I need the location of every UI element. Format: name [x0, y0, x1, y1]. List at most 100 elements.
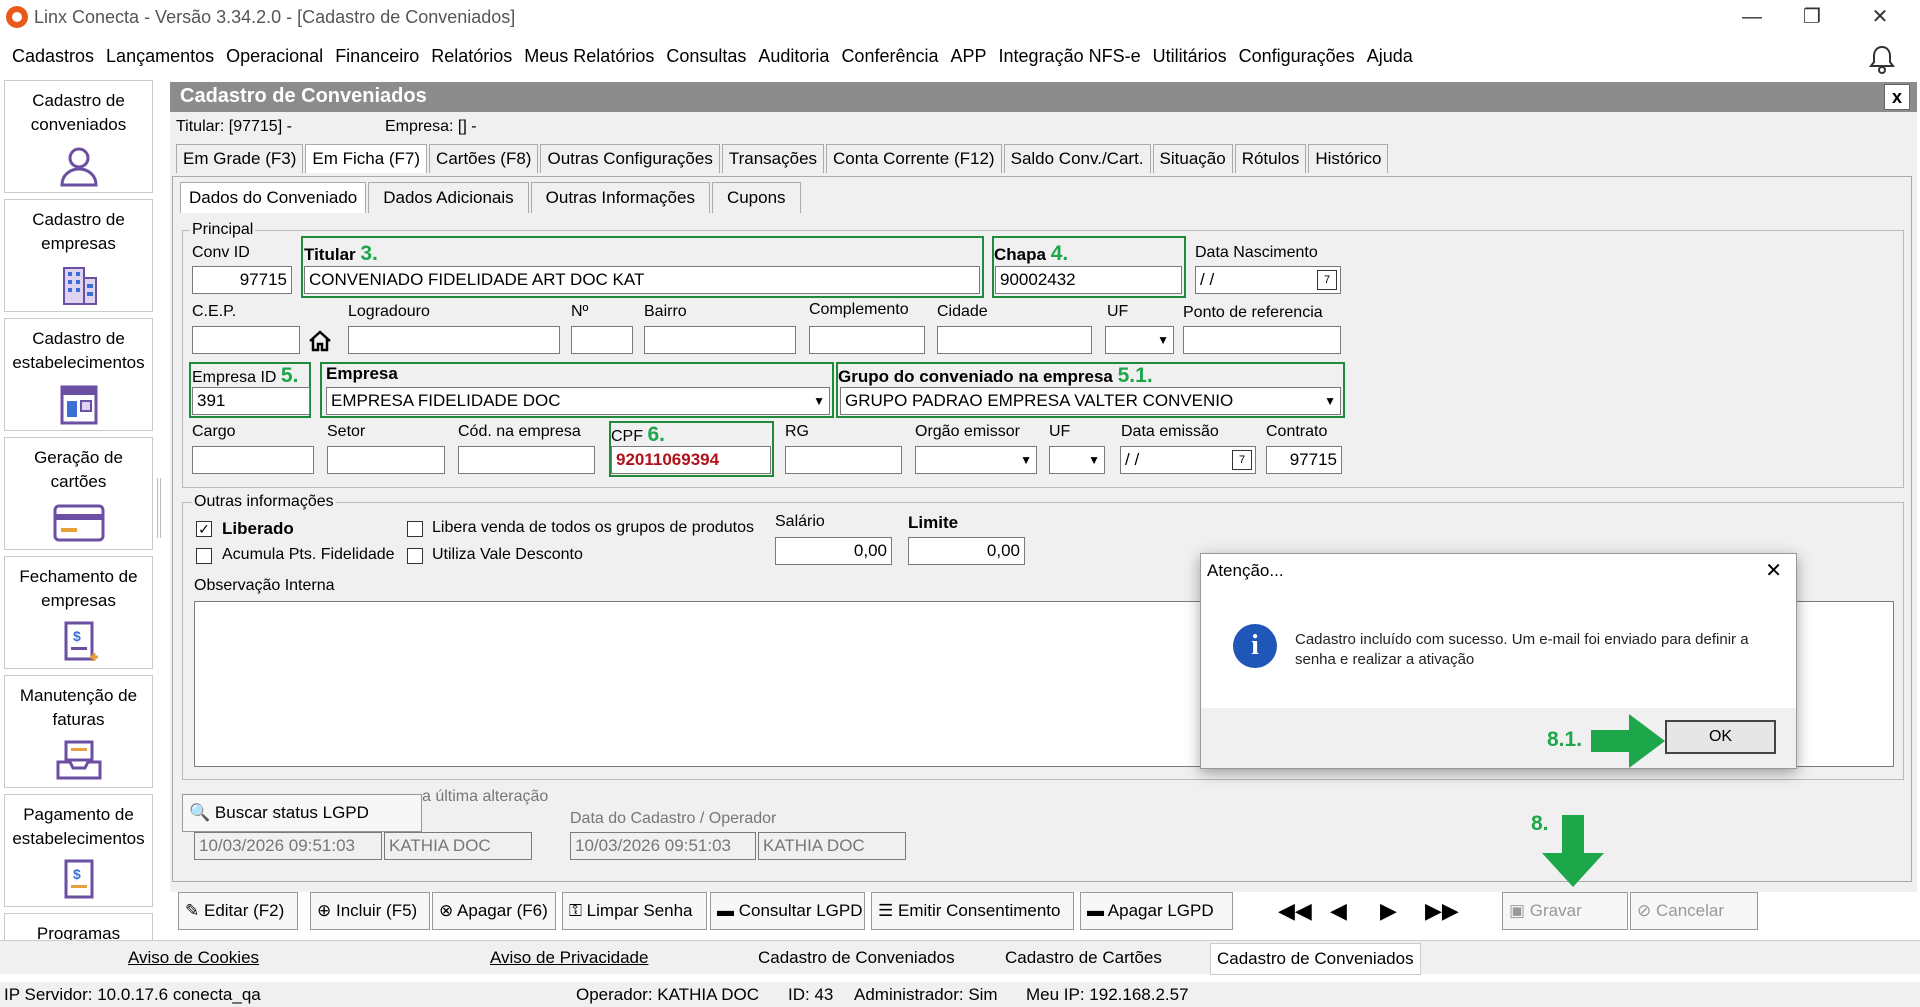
conv-id-field[interactable]: 97715: [192, 266, 292, 294]
data-emissao-field[interactable]: / / 7: [1120, 446, 1256, 474]
bairro-field[interactable]: [644, 326, 796, 354]
ok-button[interactable]: OK: [1665, 720, 1776, 754]
nav-geracao-cartoes[interactable]: Geração de cartões: [4, 437, 153, 550]
tab-transacoes[interactable]: Transações: [721, 144, 825, 173]
dialog-close-button[interactable]: ✕: [1765, 558, 1782, 583]
cancelar-button[interactable]: ⊘ Cancelar: [1630, 892, 1758, 930]
cpf-field[interactable]: 92011069394: [611, 446, 771, 474]
step-6-label: 6.: [647, 423, 665, 446]
nav-cadastro-empresas[interactable]: Cadastro de empresas: [4, 199, 153, 312]
menu-configuracoes[interactable]: Configurações: [1233, 38, 1361, 67]
menu-lancamentos[interactable]: Lançamentos: [100, 38, 220, 67]
setor-field[interactable]: [327, 446, 445, 474]
splitter-handle[interactable]: [157, 478, 161, 538]
nav-pagamento-estabelecimentos[interactable]: Pagamento de estabelecimentos $: [4, 794, 153, 907]
calendar-icon[interactable]: 7: [1317, 270, 1337, 290]
contrato-field[interactable]: 97715: [1266, 446, 1342, 474]
gravar-button[interactable]: ▣ Gravar: [1502, 892, 1628, 930]
empresa-select[interactable]: EMPRESA FIDELIDADE DOC: [326, 387, 830, 415]
nav-cadastro-estabelecimentos[interactable]: Cadastro de estabelecimentos: [4, 318, 153, 431]
tab-conta-corrente[interactable]: Conta Corrente (F12): [826, 144, 1002, 173]
menu-financeiro[interactable]: Financeiro: [329, 38, 425, 67]
incluir-button[interactable]: ⊕ Incluir (F5): [310, 892, 430, 930]
rg-label: RG: [785, 423, 809, 440]
menu-ajuda[interactable]: Ajuda: [1361, 38, 1419, 67]
orgao-emissor-select[interactable]: [915, 446, 1037, 474]
logradouro-field[interactable]: [348, 326, 560, 354]
aviso-cookies-link[interactable]: Aviso de Cookies: [128, 948, 259, 968]
subtab-dados-adicionais[interactable]: Dados Adicionais: [368, 182, 529, 213]
numero-field[interactable]: [571, 326, 633, 354]
home-icon[interactable]: [308, 330, 332, 352]
cod-empresa-field[interactable]: [458, 446, 595, 474]
grupo-select[interactable]: GRUPO PADRAO EMPRESA VALTER CONVENIO: [840, 387, 1341, 415]
tab-rotulos[interactable]: Rótulos: [1234, 144, 1307, 173]
acumula-checkbox[interactable]: [196, 548, 212, 564]
cep-field[interactable]: [192, 326, 300, 354]
tab-em-grade[interactable]: Em Grade (F3): [176, 144, 304, 173]
consultar-lgpd-button[interactable]: ▬ Consultar LGPD: [710, 892, 865, 930]
nav-manutencao-faturas[interactable]: Manutenção de faturas: [4, 675, 153, 788]
first-record-icon[interactable]: ◀◀: [1278, 898, 1312, 924]
nav-fechamento-empresas[interactable]: Fechamento de empresas $: [4, 556, 153, 669]
liberado-checkbox[interactable]: ✓: [196, 521, 212, 537]
uf-emissor-select[interactable]: [1049, 446, 1105, 474]
panel-close-button[interactable]: x: [1884, 84, 1910, 110]
vale-desconto-checkbox[interactable]: [407, 548, 423, 564]
window-tab-cadastro-conveniados-active[interactable]: Cadastro de Conveniados: [1210, 943, 1421, 975]
previous-record-icon[interactable]: ◀: [1330, 898, 1347, 924]
window-tab-cadastro-conveniados[interactable]: Cadastro de Conveniados: [758, 948, 955, 968]
maximize-button[interactable]: ❐: [1782, 0, 1842, 34]
next-record-icon[interactable]: ▶: [1380, 898, 1397, 924]
last-record-icon[interactable]: ▶▶: [1425, 898, 1459, 924]
cidade-field[interactable]: [937, 326, 1092, 354]
tab-cartoes[interactable]: Cartões (F8): [429, 144, 539, 173]
tab-historico[interactable]: Histórico: [1308, 144, 1389, 173]
nav-cadastro-conveniados[interactable]: Cadastro de conveniados: [4, 80, 153, 193]
titular-field[interactable]: CONVENIADO FIDELIDADE ART DOC KAT: [304, 266, 980, 294]
empresa-id-field[interactable]: 391: [192, 387, 310, 415]
apagar-lgpd-button[interactable]: ▬ Apagar LGPD: [1080, 892, 1233, 930]
notification-bell-icon[interactable]: [1868, 44, 1896, 74]
menu-meus-relatorios[interactable]: Meus Relatórios: [518, 38, 660, 67]
close-window-button[interactable]: ✕: [1850, 0, 1910, 34]
emitir-consentimento-button[interactable]: ☰ Emitir Consentimento: [871, 892, 1074, 930]
salario-field[interactable]: 0,00: [775, 537, 892, 565]
menu-utilitarios[interactable]: Utilitários: [1147, 38, 1233, 67]
menu-auditoria[interactable]: Auditoria: [752, 38, 835, 67]
tab-em-ficha[interactable]: Em Ficha (F7): [305, 144, 428, 173]
editar-button[interactable]: ✎ Editar (F2): [178, 892, 298, 930]
tab-outras-configuracoes[interactable]: Outras Configurações: [540, 144, 720, 173]
window-tab-cadastro-cartoes[interactable]: Cadastro de Cartões: [1005, 948, 1162, 968]
tab-saldo[interactable]: Saldo Conv./Cart.: [1003, 144, 1151, 173]
subtab-dados-conveniado[interactable]: Dados do Conveniado: [180, 182, 367, 213]
complemento-field[interactable]: [809, 326, 925, 354]
menu-operacional[interactable]: Operacional: [220, 38, 329, 67]
menu-app[interactable]: APP: [945, 38, 993, 67]
chapa-field[interactable]: 90002432: [995, 266, 1182, 294]
cargo-field[interactable]: [192, 446, 314, 474]
subtab-cupons[interactable]: Cupons: [711, 182, 801, 213]
apagar-button[interactable]: ⊗ Apagar (F6): [432, 892, 556, 930]
aviso-privacidade-link[interactable]: Aviso de Privacidade: [490, 948, 648, 968]
minimize-button[interactable]: —: [1722, 0, 1782, 34]
menu-integracao-nfse[interactable]: Integração NFS-e: [993, 38, 1147, 67]
menu-cadastros[interactable]: Cadastros: [0, 38, 100, 67]
menu-relatorios[interactable]: Relatórios: [425, 38, 518, 67]
menu-conferencia[interactable]: Conferência: [835, 38, 944, 67]
uf-label: UF: [1107, 303, 1129, 320]
calendar-icon[interactable]: 7: [1232, 450, 1252, 470]
limpar-senha-button[interactable]: ⚿ Limpar Senha: [562, 892, 707, 930]
data-nascimento-field[interactable]: / / 7: [1195, 266, 1341, 294]
buscar-status-lgpd-button[interactable]: 🔍 Buscar status LGPD: [182, 794, 422, 832]
rg-field[interactable]: [785, 446, 902, 474]
uf-select[interactable]: [1105, 326, 1174, 354]
limite-field[interactable]: 0,00: [908, 537, 1025, 565]
menu-consultas[interactable]: Consultas: [660, 38, 752, 67]
tab-situacao[interactable]: Situação: [1152, 144, 1233, 173]
libera-venda-checkbox[interactable]: [407, 521, 423, 537]
ponto-referencia-field[interactable]: [1183, 326, 1341, 354]
subtab-outras-informacoes[interactable]: Outras Informações: [530, 182, 710, 213]
ultima-alteracao-label: a última alteração: [422, 788, 549, 805]
libera-venda-label: Libera venda de todos os grupos de produ…: [432, 519, 755, 536]
